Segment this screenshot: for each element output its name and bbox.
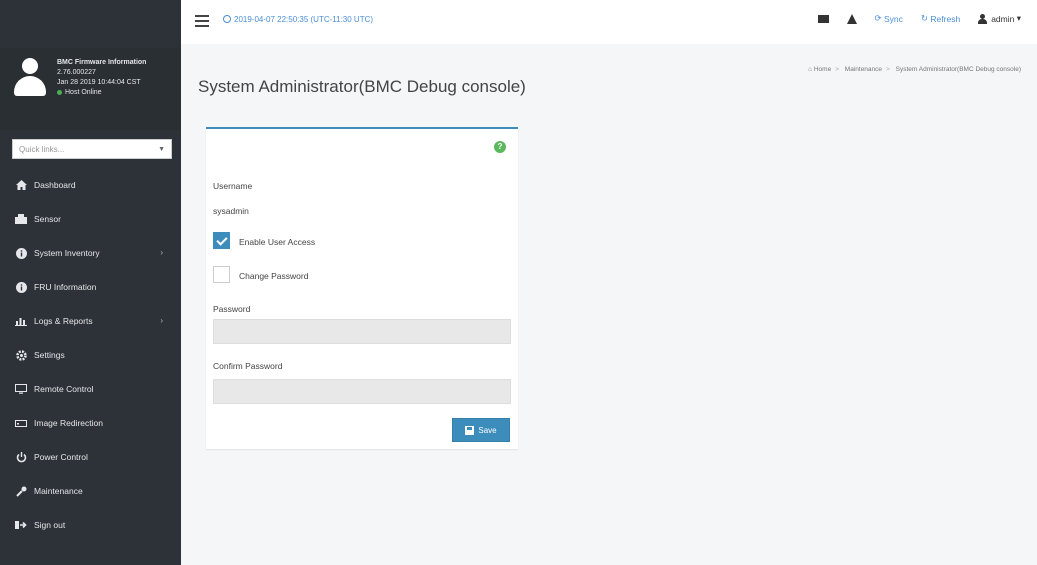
breadcrumb-maintenance[interactable]: Maintenance — [845, 66, 882, 73]
hamburger-menu-icon[interactable] — [195, 15, 209, 27]
sidebar-item-label: Image Redirection — [34, 418, 103, 428]
status-dot-icon — [57, 89, 62, 95]
firmware-version: 2.76.000227 — [57, 69, 96, 76]
home-icon: ⌂ — [808, 66, 813, 73]
sidebar-item-sign-out[interactable]: Sign out — [0, 508, 181, 542]
main-content: ⌂ Home > Maintenance > System Administrato… — [181, 44, 1037, 565]
envelope-icon — [817, 14, 829, 23]
enable-user-access-checkbox[interactable] — [213, 232, 230, 249]
confirm-password-label: Confirm Password — [213, 361, 283, 371]
firmware-info: BMC Firmware Information 2.76.000227 Jan… — [57, 58, 146, 98]
datetime-text: 2019-04-07 22:50:35 (UTC-11:30 UTC) — [234, 15, 374, 24]
refresh-icon: ↻ — [920, 13, 929, 23]
sidebar-item-fru-information[interactable]: FRU Information — [0, 270, 181, 304]
info-circle-icon — [14, 281, 28, 293]
sidebar-item-remote-control[interactable]: Remote Control — [0, 372, 181, 406]
warning-icon — [846, 13, 857, 24]
sidebar-item-label: FRU Information — [34, 282, 97, 292]
refresh-label: Refresh — [930, 13, 961, 24]
enable-user-access-label: Enable User Access — [239, 237, 316, 247]
sidebar-item-sensor[interactable]: Sensor — [0, 202, 181, 236]
username-label: Username — [213, 181, 253, 191]
home-icon — [14, 179, 28, 191]
chevron-right-icon: › — [160, 316, 163, 325]
sidebar-item-dashboard[interactable]: Dashboard — [0, 168, 181, 202]
host-status: Host Online — [57, 88, 146, 98]
messages-button[interactable] — [817, 14, 829, 23]
save-label: Save — [478, 425, 497, 435]
refresh-button[interactable]: ↻ Refresh — [921, 13, 960, 24]
monitor-icon — [14, 383, 28, 395]
breadcrumb: ⌂ Home > Maintenance > System Administrato… — [808, 66, 1021, 73]
sidebar-item-power-control[interactable]: Power Control — [0, 440, 181, 474]
quick-links-select[interactable]: Quick links... ▼ — [12, 139, 172, 159]
admin-form-card: ? Username sysadmin Enable User Access C… — [206, 127, 518, 449]
sidebar-item-label: Power Control — [34, 452, 88, 462]
alerts-button[interactable] — [846, 13, 857, 24]
user-menu[interactable]: admin ▾ — [978, 13, 1021, 24]
quick-links-placeholder: Quick links... — [19, 145, 65, 154]
page-title: System Administrator(BMC Debug console) — [198, 77, 526, 96]
datetime-display: 2019-04-07 22:50:35 (UTC-11:30 UTC) — [223, 15, 373, 24]
sidebar-item-system-inventory[interactable]: System Inventory › — [0, 236, 181, 270]
sidebar-item-label: Settings — [34, 350, 65, 360]
top-header: 2019-04-07 22:50:35 (UTC-11:30 UTC) ⟳ Sy… — [181, 0, 1037, 44]
sidebar-menu: Dashboard Sensor System Inventory › FRU … — [0, 168, 181, 542]
user-panel: BMC Firmware Information 2.76.000227 Jan… — [0, 48, 181, 130]
info-circle-icon — [14, 247, 28, 259]
firmware-build-date: Jan 28 2019 10:44:04 CST — [57, 79, 141, 86]
change-password-checkbox[interactable] — [213, 266, 230, 283]
sidebar-item-label: Remote Control — [34, 384, 94, 394]
sidebar-item-label: Sensor — [34, 214, 61, 224]
password-field[interactable] — [213, 319, 511, 344]
sidebar-item-maintenance[interactable]: Maintenance — [0, 474, 181, 508]
firmware-title: BMC Firmware Information — [57, 59, 147, 66]
avatar — [14, 58, 46, 98]
chevron-down-icon: ▼ — [158, 146, 165, 153]
clock-icon — [223, 15, 231, 23]
sidebar-item-settings[interactable]: Settings — [0, 338, 181, 372]
help-icon[interactable]: ? — [494, 141, 506, 153]
floppy-disk-icon — [465, 425, 475, 435]
breadcrumb-current: System Administrator(BMC Debug console) — [895, 66, 1021, 73]
sidebar-item-image-redirection[interactable]: Image Redirection — [0, 406, 181, 440]
save-button[interactable]: Save — [452, 418, 510, 442]
sidebar: BMC Firmware Information 2.76.000227 Jan… — [0, 0, 181, 565]
confirm-password-field[interactable] — [213, 379, 511, 404]
sign-out-icon — [14, 519, 28, 531]
bar-chart-icon — [14, 315, 28, 327]
hdd-icon — [14, 417, 28, 429]
sidebar-item-label: System Inventory — [34, 248, 100, 258]
chevron-right-icon: › — [160, 248, 163, 257]
sidebar-item-label: Dashboard — [34, 180, 76, 190]
sidebar-item-label: Sign out — [34, 520, 66, 530]
wrench-icon — [14, 485, 28, 497]
gear-icon — [14, 349, 28, 361]
sidebar-item-label: Maintenance — [34, 486, 83, 496]
sidebar-item-logs-reports[interactable]: Logs & Reports › — [0, 304, 181, 338]
power-icon — [14, 451, 28, 463]
user-label: admin — [991, 13, 1015, 24]
change-password-label: Change Password — [239, 271, 309, 281]
host-status-label: Host Online — [65, 89, 102, 96]
sync-label: Sync — [884, 13, 903, 24]
sensor-icon — [14, 213, 28, 225]
sidebar-item-label: Logs & Reports — [34, 316, 93, 326]
password-label: Password — [213, 304, 251, 314]
sync-icon: ⟳ — [874, 13, 882, 23]
breadcrumb-home[interactable]: Home — [814, 66, 831, 73]
header-actions: ⟳ Sync ↻ Refresh admin ▾ — [800, 13, 1021, 24]
user-icon — [978, 13, 988, 24]
username-value: sysadmin — [213, 206, 249, 216]
caret-down-icon: ▾ — [1016, 13, 1021, 23]
sync-button[interactable]: ⟳ Sync — [875, 13, 903, 24]
